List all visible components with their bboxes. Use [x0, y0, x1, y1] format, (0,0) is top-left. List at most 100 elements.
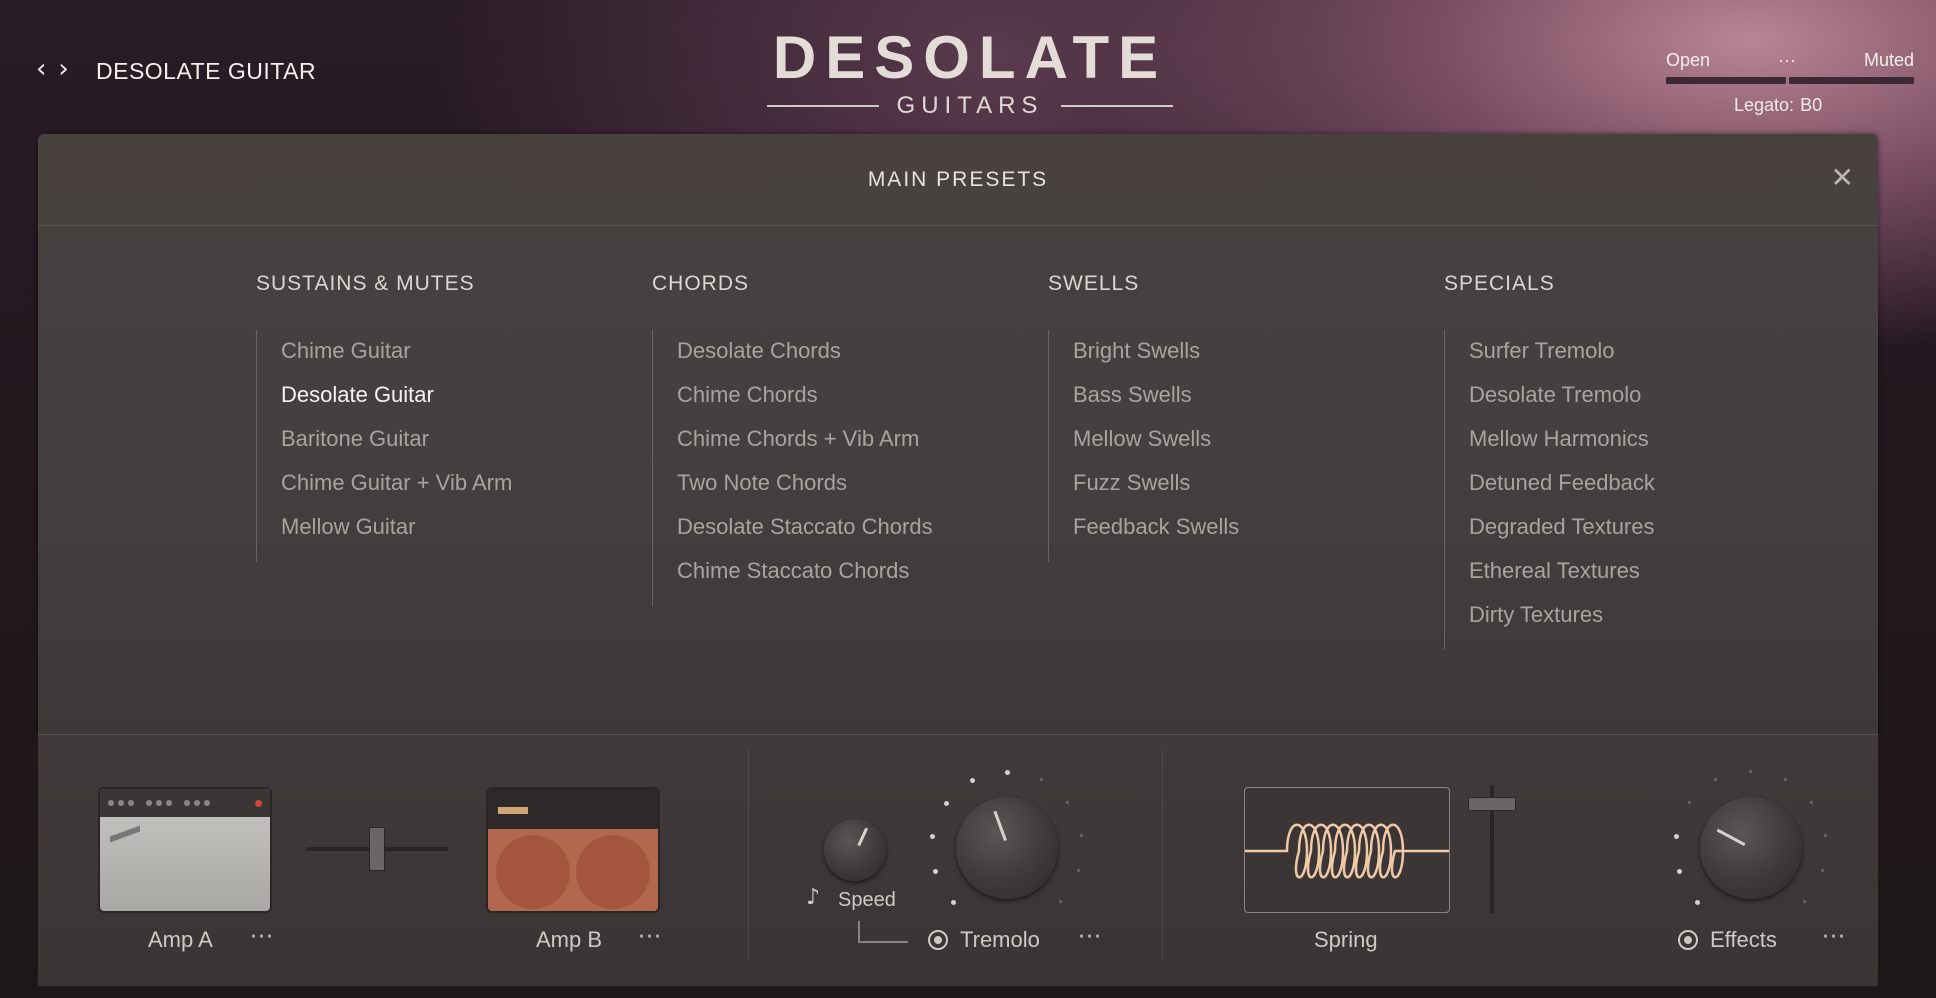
scale-dot — [1066, 801, 1070, 805]
preset-item[interactable]: Baritone Guitar — [281, 424, 512, 468]
amp-blend-fader-handle[interactable] — [369, 827, 385, 871]
logo-rule-right — [1061, 105, 1174, 107]
preset-item[interactable]: Mellow Guitar — [281, 512, 512, 556]
effects-knob-pointer — [1716, 829, 1746, 847]
preset-item[interactable]: Mellow Harmonics — [1469, 424, 1655, 468]
column-title: SUSTAINS & MUTES — [256, 272, 475, 295]
spring-mix-fader-handle[interactable] — [1468, 797, 1516, 812]
scale-dot — [929, 834, 935, 840]
preset-column-chords: CHORDS Desolate Chords Chime Chords Chime … — [652, 272, 933, 606]
preset-item[interactable]: Two Note Chords — [677, 468, 933, 512]
scale-dot — [1749, 770, 1752, 773]
preset-item[interactable]: Chime Guitar + Vib Arm — [281, 468, 512, 512]
tremolo-depth-knob[interactable] — [956, 797, 1058, 899]
preset-item[interactable]: Mellow Swells — [1073, 424, 1239, 468]
speed-knob[interactable] — [824, 819, 886, 881]
preset-item[interactable]: Fuzz Swells — [1073, 468, 1239, 512]
scale-dot — [1676, 869, 1682, 875]
spring-coil-graphic — [1245, 823, 1449, 879]
preset-list: Desolate Chords Chime Chords Chime Chords … — [652, 330, 933, 606]
preset-list: Surfer Tremolo Desolate Tremolo Mellow Har… — [1444, 330, 1655, 650]
amp-a-knob-group — [146, 800, 172, 806]
scale-dot — [1802, 899, 1806, 903]
preset-item[interactable]: Dirty Textures — [1469, 600, 1655, 644]
articulation-selector[interactable]: Open ··· Muted — [1666, 50, 1914, 84]
chevron-right-icon[interactable]: › — [58, 56, 68, 82]
preset-column-specials: SPECIALS Surfer Tremolo Desolate Tremolo M… — [1444, 272, 1655, 650]
column-title: SPECIALS — [1444, 272, 1555, 295]
preset-item[interactable]: Ethereal Textures — [1469, 556, 1655, 600]
scale-dot — [1058, 899, 1062, 903]
preset-list: Chime Guitar Desolate Guitar Baritone Guit… — [256, 330, 512, 562]
preset-item[interactable]: Desolate Chords — [677, 336, 933, 380]
scale-dot — [1695, 899, 1701, 905]
scale-dot — [1077, 869, 1081, 873]
amp-b-image[interactable] — [486, 787, 660, 913]
routing-line-horizontal — [858, 941, 908, 943]
legato-label: Legato: — [1734, 95, 1795, 115]
amp-b-speaker-right — [576, 835, 650, 909]
legato-keyswitch[interactable]: Legato: B0 — [1734, 95, 1822, 116]
tremolo-enable-toggle[interactable] — [928, 930, 948, 950]
scale-dot — [1687, 801, 1691, 805]
articulation-bar-open[interactable] — [1666, 77, 1786, 84]
amp-a-control-strip — [100, 789, 270, 817]
amp-a-image[interactable] — [98, 787, 272, 913]
articulation-middle[interactable]: ··· — [1778, 50, 1796, 71]
effects-amount-knob[interactable] — [1700, 797, 1802, 899]
speed-knob-pointer — [857, 828, 869, 847]
speed-label: Speed — [838, 889, 896, 911]
scale-dot — [1080, 834, 1084, 838]
tremolo-more-button[interactable]: ··· — [1078, 925, 1102, 950]
preset-item[interactable]: Degraded Textures — [1469, 512, 1655, 556]
preset-item[interactable]: Surfer Tremolo — [1469, 336, 1655, 380]
amp-b-label: Amp B — [536, 927, 603, 952]
preset-item[interactable]: Chime Chords — [677, 380, 933, 424]
app-window: ‹ › DESOLATE GUITAR DESOLATE GUITARS Ope… — [0, 0, 1936, 998]
preset-item[interactable]: Detuned Feedback — [1469, 468, 1655, 512]
preset-item[interactable]: Chime Guitar — [281, 336, 512, 380]
current-preset-name[interactable]: DESOLATE GUITAR — [96, 58, 316, 85]
scale-dot — [1714, 778, 1718, 782]
preset-item[interactable]: Feedback Swells — [1073, 512, 1239, 556]
chevron-left-icon[interactable]: ‹ — [36, 56, 46, 82]
preset-nav: ‹ › — [36, 56, 69, 82]
articulation-open[interactable]: Open — [1666, 50, 1710, 71]
preset-item[interactable]: Bright Swells — [1073, 336, 1239, 380]
divider — [1162, 749, 1163, 959]
scale-dot — [1005, 770, 1010, 775]
preset-item[interactable]: Chime Staccato Chords — [677, 556, 933, 600]
preset-item[interactable]: Desolate Tremolo — [1469, 380, 1655, 424]
scale-dot — [932, 869, 938, 875]
spring-reverb-image[interactable] — [1244, 787, 1450, 913]
scale-dot — [1821, 869, 1825, 873]
amp-b-control-strip — [488, 789, 658, 829]
tremolo-knob-pointer — [993, 811, 1007, 841]
scale-dot — [970, 778, 976, 784]
amp-b-more-button[interactable]: ··· — [638, 925, 662, 950]
note-sync-icon[interactable]: ♪ — [806, 885, 820, 910]
amp-a-knob-group — [184, 800, 210, 806]
preset-item[interactable]: Chime Chords + Vib Arm — [677, 424, 933, 468]
amp-a-led — [255, 799, 262, 807]
amp-a-more-button[interactable]: ··· — [250, 925, 274, 950]
close-icon[interactable]: ✕ — [1831, 164, 1854, 192]
articulation-bar-muted[interactable] — [1789, 77, 1914, 84]
articulation-bars — [1666, 77, 1914, 84]
main-presets-panel: MAIN PRESETS ✕ SUSTAINS & MUTES Chime Gu… — [38, 134, 1878, 734]
effects-enable-toggle[interactable] — [1678, 930, 1698, 950]
articulation-labels: Open ··· Muted — [1666, 50, 1914, 71]
column-title: SWELLS — [1048, 272, 1140, 295]
preset-column-swells: SWELLS Bright Swells Bass Swells Mellow Sw… — [1048, 272, 1239, 562]
preset-item[interactable]: Bass Swells — [1073, 380, 1239, 424]
scale-dot — [1824, 834, 1828, 838]
preset-item[interactable]: Desolate Staccato Chords — [677, 512, 933, 556]
preset-item[interactable]: Desolate Guitar — [281, 380, 512, 424]
panel-header: MAIN PRESETS ✕ — [38, 134, 1878, 226]
tremolo-label: Tremolo — [960, 927, 1040, 952]
effects-more-button[interactable]: ··· — [1822, 925, 1846, 950]
logo-subtitle-row: GUITARS — [760, 92, 1180, 120]
articulation-muted[interactable]: Muted — [1864, 50, 1914, 71]
logo-rule-left — [766, 105, 879, 107]
scale-dot — [1783, 778, 1787, 782]
